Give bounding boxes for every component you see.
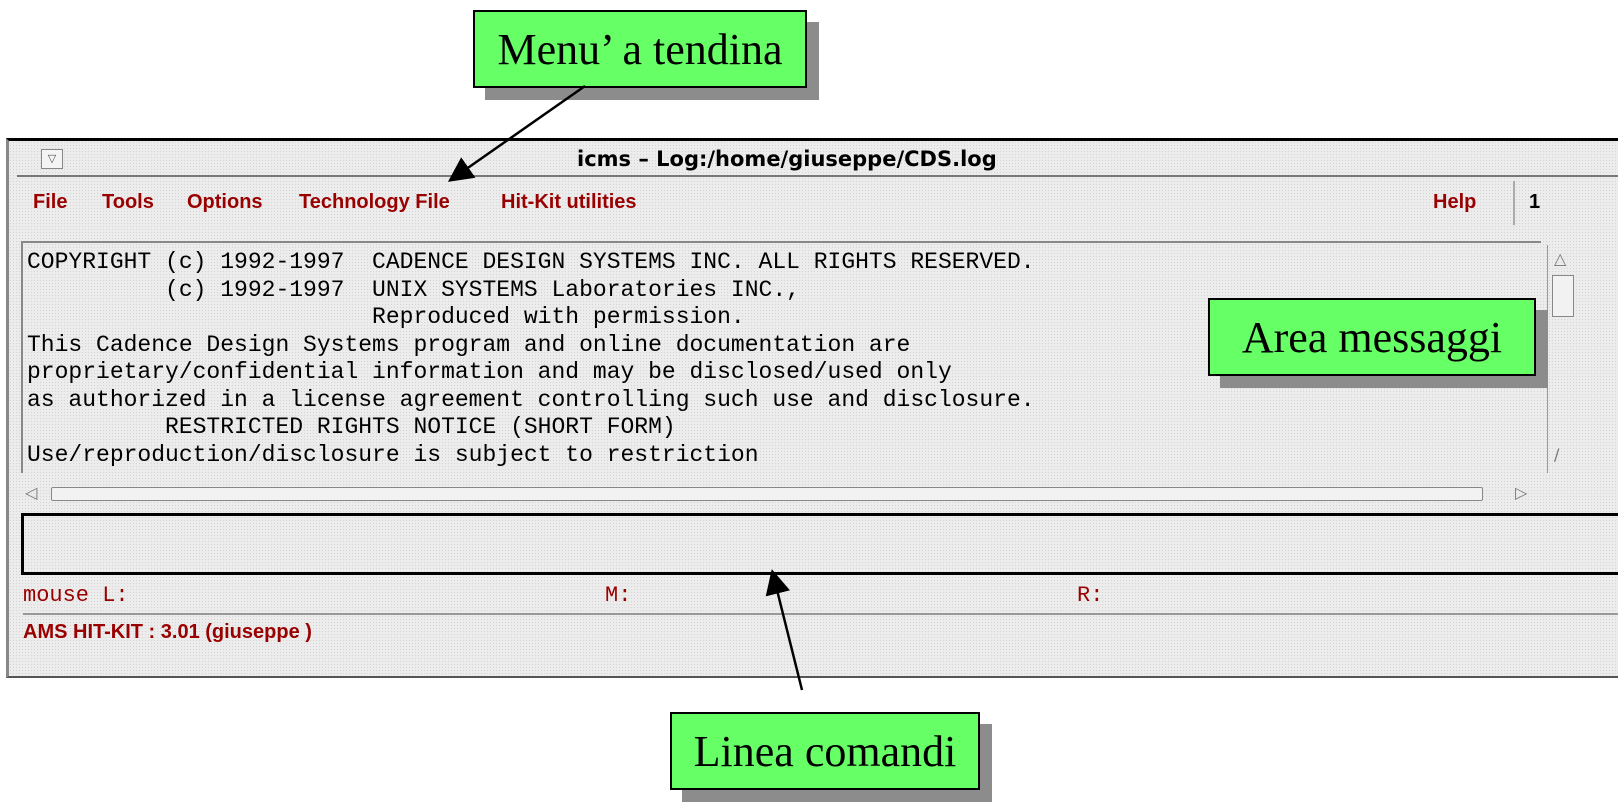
mouse-bindings-line: mouse L: M: R: [23, 581, 1618, 615]
callout-message-area-label: Area messaggi [1208, 298, 1536, 376]
callout-menu-label: Menu’ a tendina [473, 10, 807, 88]
menu-hit-kit-utilities[interactable]: Hit-Kit utilities [501, 191, 637, 214]
horizontal-scroll-thumb[interactable] [51, 487, 1483, 501]
vertical-scroll-thumb[interactable] [1552, 275, 1574, 317]
mouse-right-label: R: [1077, 583, 1104, 608]
scroll-left-arrow-icon[interactable]: ◁ [25, 483, 37, 502]
callout-command-line-label: Linea comandi [670, 712, 980, 790]
status-line: AMS HIT-KIT : 3.01 (giuseppe ) [23, 621, 312, 643]
mouse-left-label: mouse L: [23, 583, 129, 608]
command-line-input[interactable] [21, 513, 1618, 575]
callout-command-text: Linea comandi [693, 726, 957, 776]
callout-messages-text: Area messaggi [1241, 312, 1503, 362]
scroll-down-arrow-icon[interactable]: / [1554, 445, 1559, 464]
menu-help[interactable]: Help [1433, 191, 1476, 214]
menu-file[interactable]: File [33, 191, 67, 214]
window-number: 1 [1529, 191, 1541, 213]
mouse-middle-label: M: [605, 583, 632, 608]
menu-options[interactable]: Options [187, 191, 263, 214]
window-title: icms – Log:/home/giuseppe/CDS.log [577, 147, 997, 171]
vertical-scrollbar[interactable]: △ / [1547, 245, 1578, 473]
menu-tools[interactable]: Tools [102, 191, 154, 214]
message-line: as authorized in a license agreement con… [27, 386, 1035, 413]
callout-menu-text: Menu’ a tendina [497, 24, 783, 74]
message-line: COPYRIGHT (c) 1992-1997 CADENCE DESIGN S… [27, 249, 1035, 275]
message-line: Use/reproduction/disclosure is subject t… [27, 441, 759, 468]
menu-separator [1513, 181, 1515, 225]
title-bar[interactable]: ▽ icms – Log:/home/giuseppe/CDS.log [17, 145, 1618, 177]
message-line: RESTRICTED RIGHTS NOTICE (SHORT FORM) [27, 414, 676, 440]
menu-bar: File Tools Options Technology File Hit-K… [17, 181, 1618, 225]
menu-technology-file[interactable]: Technology File [299, 191, 450, 214]
scroll-right-arrow-icon[interactable]: ▷ [1515, 483, 1527, 502]
scroll-up-arrow-icon[interactable]: △ [1554, 249, 1566, 268]
icms-log-window: ▽ icms – Log:/home/giuseppe/CDS.log File… [6, 138, 1618, 678]
horizontal-scrollbar[interactable]: ◁ ▷ [21, 483, 1541, 507]
window-menu-icon[interactable]: ▽ [41, 149, 63, 169]
